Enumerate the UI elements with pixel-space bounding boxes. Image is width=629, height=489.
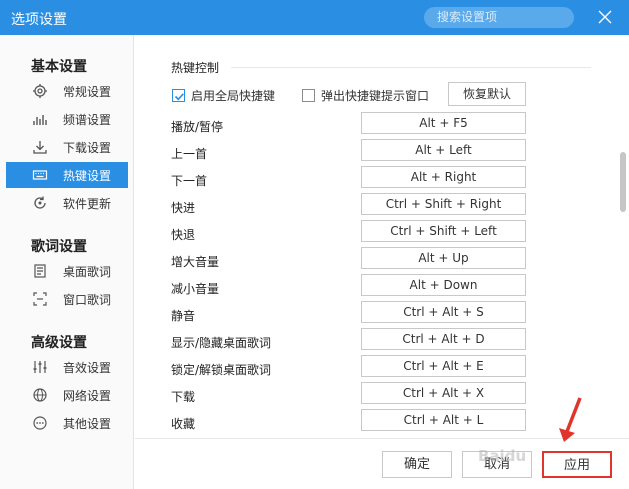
- checkbox-checked[interactable]: [172, 88, 185, 102]
- sidebar-item-window-lyrics[interactable]: 窗口歌词: [6, 286, 128, 312]
- scrollbar-thumb[interactable]: [620, 152, 626, 212]
- sidebar-item-hotkeys[interactable]: 热键设置: [6, 162, 128, 188]
- hotkey-action-label: 增大音量: [171, 255, 220, 269]
- equalizer-icon: [33, 361, 47, 373]
- dialog-footer: 确定 取消 应用: [135, 438, 629, 489]
- gear-icon: [33, 84, 47, 98]
- checkbox-label: 启用全局快捷键: [191, 88, 276, 103]
- sidebar-item-label: 其他设置: [63, 416, 112, 431]
- hotkey-row: 收藏 Ctrl + Alt + L: [135, 409, 629, 436]
- sidebar-item-spectrum[interactable]: 频谱设置: [6, 106, 128, 132]
- hotkey-input[interactable]: Alt + Left: [361, 139, 526, 161]
- hotkey-input[interactable]: Ctrl + Alt + L: [361, 409, 526, 431]
- hotkey-action-label: 减小音量: [171, 282, 220, 296]
- section-title: 热键控制: [171, 61, 220, 75]
- checkbox-label: 弹出快捷键提示窗口: [321, 88, 430, 103]
- hotkey-action-label: 静音: [171, 309, 196, 323]
- hotkey-action-label: 收藏: [171, 417, 196, 431]
- hotkey-input[interactable]: Ctrl + Alt + X: [361, 382, 526, 404]
- hotkey-input[interactable]: Alt + Right: [361, 166, 526, 188]
- hotkey-row: 减小音量 Alt + Down: [135, 274, 629, 301]
- hotkey-action-label: 锁定/解锁桌面歌词: [171, 363, 272, 377]
- sidebar-item-label: 常规设置: [63, 84, 112, 99]
- red-arrow-annotation: [559, 397, 582, 442]
- hotkey-action-label: 快进: [171, 201, 196, 215]
- group-title-lyrics: 歌词设置: [31, 239, 87, 255]
- hotkey-input[interactable]: Ctrl + Alt + D: [361, 328, 526, 350]
- restore-defaults-button[interactable]: 恢复默认: [448, 82, 526, 106]
- hotkey-row: 快进 Ctrl + Shift + Right: [135, 193, 629, 220]
- sidebar-item-label: 音效设置: [63, 360, 112, 375]
- sidebar-item-label: 下载设置: [63, 140, 112, 155]
- sidebar-item-desktop-lyrics[interactable]: 桌面歌词: [6, 258, 128, 284]
- baidu-watermark: Baidu: [478, 447, 527, 465]
- hotkey-input[interactable]: Ctrl + Alt + E: [361, 355, 526, 377]
- sidebar-item-label: 软件更新: [63, 196, 112, 211]
- hotkey-input[interactable]: Ctrl + Alt + S: [361, 301, 526, 323]
- sidebar-item-sound-effects[interactable]: 音效设置: [6, 354, 128, 380]
- desktop-lyrics-icon: [34, 264, 46, 278]
- ok-button[interactable]: 确定: [382, 451, 452, 478]
- group-title-basic: 基本设置: [31, 59, 87, 75]
- window-title: 选项设置: [11, 12, 67, 28]
- hotkey-action-label: 快退: [171, 228, 196, 242]
- sidebar-item-network[interactable]: 网络设置: [6, 382, 128, 408]
- sidebar-item-download[interactable]: 下载设置: [6, 134, 128, 160]
- group-title-advanced: 高级设置: [31, 335, 87, 351]
- hotkey-row: 上一首 Alt + Left: [135, 139, 629, 166]
- more-icon: [33, 416, 47, 430]
- check-icon: [174, 92, 184, 100]
- hotkey-action-label: 上一首: [171, 147, 208, 161]
- hotkey-action-label: 下一首: [171, 174, 208, 188]
- hotkey-row: 静音 Ctrl + Alt + S: [135, 301, 629, 328]
- enable-global-hotkeys-checkbox[interactable]: 启用全局快捷键: [172, 86, 275, 104]
- hotkey-row: 下载 Ctrl + Alt + X: [135, 382, 629, 409]
- hotkey-row: 播放/暂停 Alt + F5: [135, 112, 629, 139]
- keyboard-icon: [32, 170, 48, 180]
- hotkey-row: 锁定/解锁桌面歌词 Ctrl + Alt + E: [135, 355, 629, 382]
- hotkey-input[interactable]: Alt + Up: [361, 247, 526, 269]
- apply-button[interactable]: 应用: [542, 451, 612, 478]
- hotkey-input[interactable]: Ctrl + Shift + Left: [361, 220, 526, 242]
- popup-hint-checkbox[interactable]: 弹出快捷键提示窗口: [302, 86, 429, 104]
- hotkey-panel: 热键控制 启用全局快捷键 弹出快捷键提示窗口 恢复默认 播放/暂停 Alt + F…: [135, 35, 629, 438]
- hotkey-input[interactable]: Alt + Down: [361, 274, 526, 296]
- hotkey-action-label: 显示/隐藏桌面歌词: [171, 336, 272, 350]
- window-lyrics-icon: [33, 292, 47, 306]
- hotkey-action-label: 下载: [171, 390, 196, 404]
- hotkey-input[interactable]: Ctrl + Shift + Right: [361, 193, 526, 215]
- sidebar-item-general[interactable]: 常规设置: [6, 78, 128, 104]
- download-icon: [33, 141, 47, 154]
- close-icon[interactable]: [598, 10, 612, 24]
- sidebar-item-label: 网络设置: [63, 388, 112, 403]
- hotkey-input[interactable]: Alt + F5: [361, 112, 526, 134]
- spectrum-icon: [33, 115, 47, 125]
- sidebar: 基本设置 常规设置 频谱设置 下载设置 热键设置 软件更新 歌词设置 桌面歌词 …: [0, 35, 134, 489]
- search-input[interactable]: [424, 7, 574, 28]
- sidebar-item-label: 桌面歌词: [63, 264, 112, 279]
- hotkey-row: 显示/隐藏桌面歌词 Ctrl + Alt + D: [135, 328, 629, 355]
- sidebar-item-label: 热键设置: [63, 168, 112, 183]
- hotkey-row: 下一首 Alt + Right: [135, 166, 629, 193]
- scrollbar-track[interactable]: [619, 35, 629, 438]
- checkbox-unchecked[interactable]: [302, 88, 315, 102]
- section-divider: [231, 67, 591, 68]
- sidebar-item-update[interactable]: 软件更新: [6, 190, 128, 216]
- settings-window: 选项设置 基本设置 常规设置 频谱设置 下载设置: [0, 0, 629, 489]
- refresh-icon: [34, 196, 46, 209]
- sidebar-item-label: 频谱设置: [63, 112, 112, 127]
- hotkey-row: 增大音量 Alt + Up: [135, 247, 629, 274]
- globe-icon: [33, 388, 47, 402]
- hotkey-action-label: 播放/暂停: [171, 120, 224, 134]
- sidebar-item-label: 窗口歌词: [63, 292, 112, 307]
- title-bar: 选项设置: [0, 0, 629, 35]
- hotkey-row: 快退 Ctrl + Shift + Left: [135, 220, 629, 247]
- sidebar-item-other[interactable]: 其他设置: [6, 410, 128, 436]
